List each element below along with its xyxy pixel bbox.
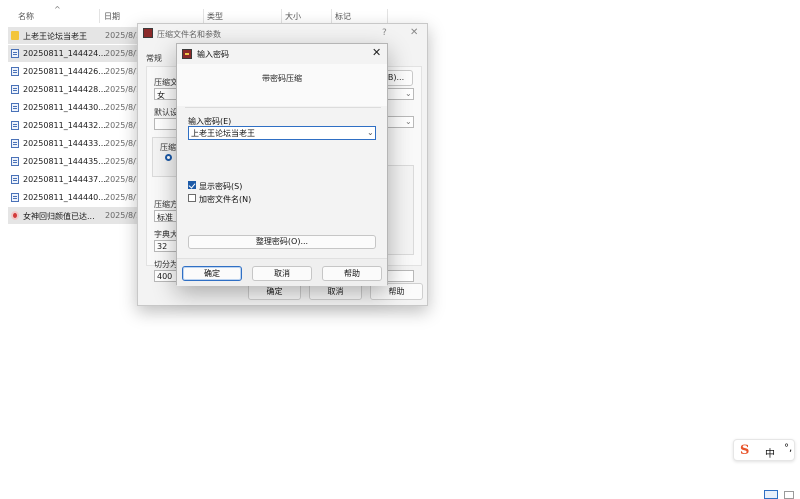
column-separator[interactable]: [281, 9, 282, 23]
file-name: 女神回归颜值已达...: [23, 212, 95, 221]
split-volumes-value: 400: [157, 272, 173, 281]
archive-name-label: 压缩文: [154, 78, 178, 87]
file-name: 20250811_144430...: [23, 103, 106, 112]
chevron-down-icon[interactable]: ⌄: [405, 117, 412, 126]
dictionary-size-label: 字典大: [154, 230, 178, 239]
file-row[interactable]: 20250811_144432... 2025/8/1: [8, 117, 141, 134]
split-volumes-label: 切分为: [154, 260, 178, 269]
column-separator[interactable]: [203, 9, 204, 23]
document-icon: [11, 85, 19, 94]
file-name: 20250811_144437...: [23, 175, 106, 184]
dialog-header: 带密码压缩: [177, 64, 387, 106]
document-icon: [11, 175, 19, 184]
enter-password-dialog: 输入密码 ✕ 带密码压缩 输入密码(E) ⌄ 显示密码(S) 加密文件名(N) …: [176, 43, 388, 286]
file-name: 20250811_144440...: [23, 193, 106, 202]
dialog-heading: 带密码压缩: [262, 74, 302, 83]
dialog-title: 输入密码: [197, 50, 229, 59]
dialog-button-row: 确定 取消 帮助: [177, 258, 387, 286]
file-date: 2025/8/1: [105, 67, 141, 76]
column-separator[interactable]: [99, 9, 100, 23]
compression-method-value: 标准: [157, 213, 173, 222]
file-row[interactable]: 20250811_144428... 2025/8/1: [8, 81, 141, 98]
file-date: 2025/8/1: [105, 31, 141, 40]
dialog-titlebar[interactable]: 压缩文件名和参数 ? ✕: [138, 24, 427, 44]
file-name: 20250811_144428...: [23, 85, 106, 94]
column-name[interactable]: 名称: [18, 11, 34, 22]
cancel-button[interactable]: 取消: [252, 266, 312, 281]
file-name: 20250811_144426...: [23, 67, 106, 76]
encrypt-filenames-checkbox[interactable]: [188, 194, 196, 202]
column-separator[interactable]: [387, 9, 388, 23]
file-row[interactable]: 20250811_144430... 2025/8/1: [8, 99, 141, 116]
archive-format-label: 压缩: [160, 143, 176, 152]
file-date: 2025/8/1: [105, 193, 141, 202]
sort-up-icon: ^: [54, 5, 61, 14]
document-icon: [11, 157, 19, 166]
file-name: 20250811_144424...: [23, 49, 106, 58]
winrar-icon: [143, 28, 153, 38]
chevron-down-icon[interactable]: ⌄: [367, 128, 374, 137]
file-row[interactable]: 上老王论坛当老王 2025/8/1: [8, 27, 141, 44]
winrar-icon: [182, 49, 192, 59]
show-password-label[interactable]: 显示密码(S): [199, 181, 242, 192]
file-date: 2025/8/1: [105, 121, 141, 130]
file-name: 20250811_144433...: [23, 139, 106, 148]
document-icon: [11, 193, 19, 202]
file-row[interactable]: 20250811_144424... 2025/8/1: [8, 45, 141, 62]
file-date: 2025/8/1: [105, 139, 141, 148]
dialog-title: 压缩文件名和参数: [157, 30, 221, 39]
view-details-icon[interactable]: [764, 490, 778, 499]
file-date: 2025/8/1: [105, 157, 141, 166]
format-radio[interactable]: [165, 154, 172, 161]
column-size[interactable]: 大小: [285, 11, 301, 22]
column-tag[interactable]: 标记: [335, 11, 351, 22]
archive-name-value: 女: [157, 91, 165, 100]
file-row[interactable]: 女神回归颜值已达... 2025/8/1: [8, 207, 141, 224]
divider: [185, 107, 381, 108]
tab-general[interactable]: 常规: [146, 53, 162, 64]
column-date[interactable]: 日期: [104, 11, 120, 22]
dictionary-size-value: 32: [157, 242, 168, 251]
view-thumbnails-icon[interactable]: [784, 491, 794, 499]
chevron-down-icon[interactable]: ⌄: [405, 89, 412, 98]
document-icon: [11, 121, 19, 130]
file-name: 上老王论坛当老王: [23, 32, 87, 41]
password-input[interactable]: [188, 126, 376, 140]
file-row[interactable]: 20250811_144435... 2025/8/1: [8, 153, 141, 170]
file-row[interactable]: 20250811_144440... 2025/8/1: [8, 189, 141, 206]
document-icon: [11, 49, 19, 58]
help-button[interactable]: 帮助: [322, 266, 382, 281]
close-icon[interactable]: ✕: [410, 27, 418, 38]
column-type[interactable]: 类型: [207, 11, 223, 22]
file-date: 2025/8/1: [105, 211, 141, 220]
encrypt-filenames-label[interactable]: 加密文件名(N): [199, 194, 251, 205]
document-icon: [11, 103, 19, 112]
file-date: 2025/8/1: [105, 175, 141, 184]
column-separator[interactable]: [331, 9, 332, 23]
ime-mode-toggle[interactable]: 中: [765, 445, 775, 460]
file-date: 2025/8/1: [105, 49, 141, 58]
ime-toolbar[interactable]: S 中 °,: [733, 439, 795, 461]
file-name: 20250811_144435...: [23, 157, 106, 166]
file-row[interactable]: 20250811_144433... 2025/8/1: [8, 135, 141, 152]
file-row[interactable]: 20250811_144437... 2025/8/1: [8, 171, 141, 188]
ime-punctuation-toggle[interactable]: °,: [784, 443, 792, 454]
default-profile-label: 默认设: [154, 108, 178, 117]
file-date: 2025/8/1: [105, 85, 141, 94]
close-icon[interactable]: ✕: [372, 46, 381, 59]
document-icon: [11, 67, 19, 76]
file-list-header: ^ 名称 日期 类型 大小 标记: [0, 5, 800, 25]
file-date: 2025/8/1: [105, 103, 141, 112]
ok-button[interactable]: 确定: [182, 266, 242, 281]
sogou-logo-icon[interactable]: S: [740, 443, 749, 458]
file-row[interactable]: 20250811_144426... 2025/8/1: [8, 63, 141, 80]
folder-icon: [11, 31, 19, 40]
compression-method-label: 压缩方: [154, 200, 178, 209]
help-icon[interactable]: ?: [382, 28, 387, 38]
file-name: 20250811_144432...: [23, 121, 106, 130]
show-password-checkbox[interactable]: [188, 181, 196, 189]
document-icon: [11, 139, 19, 148]
organize-passwords-button[interactable]: 整理密码(O)...: [188, 235, 376, 249]
media-icon: [11, 211, 19, 220]
